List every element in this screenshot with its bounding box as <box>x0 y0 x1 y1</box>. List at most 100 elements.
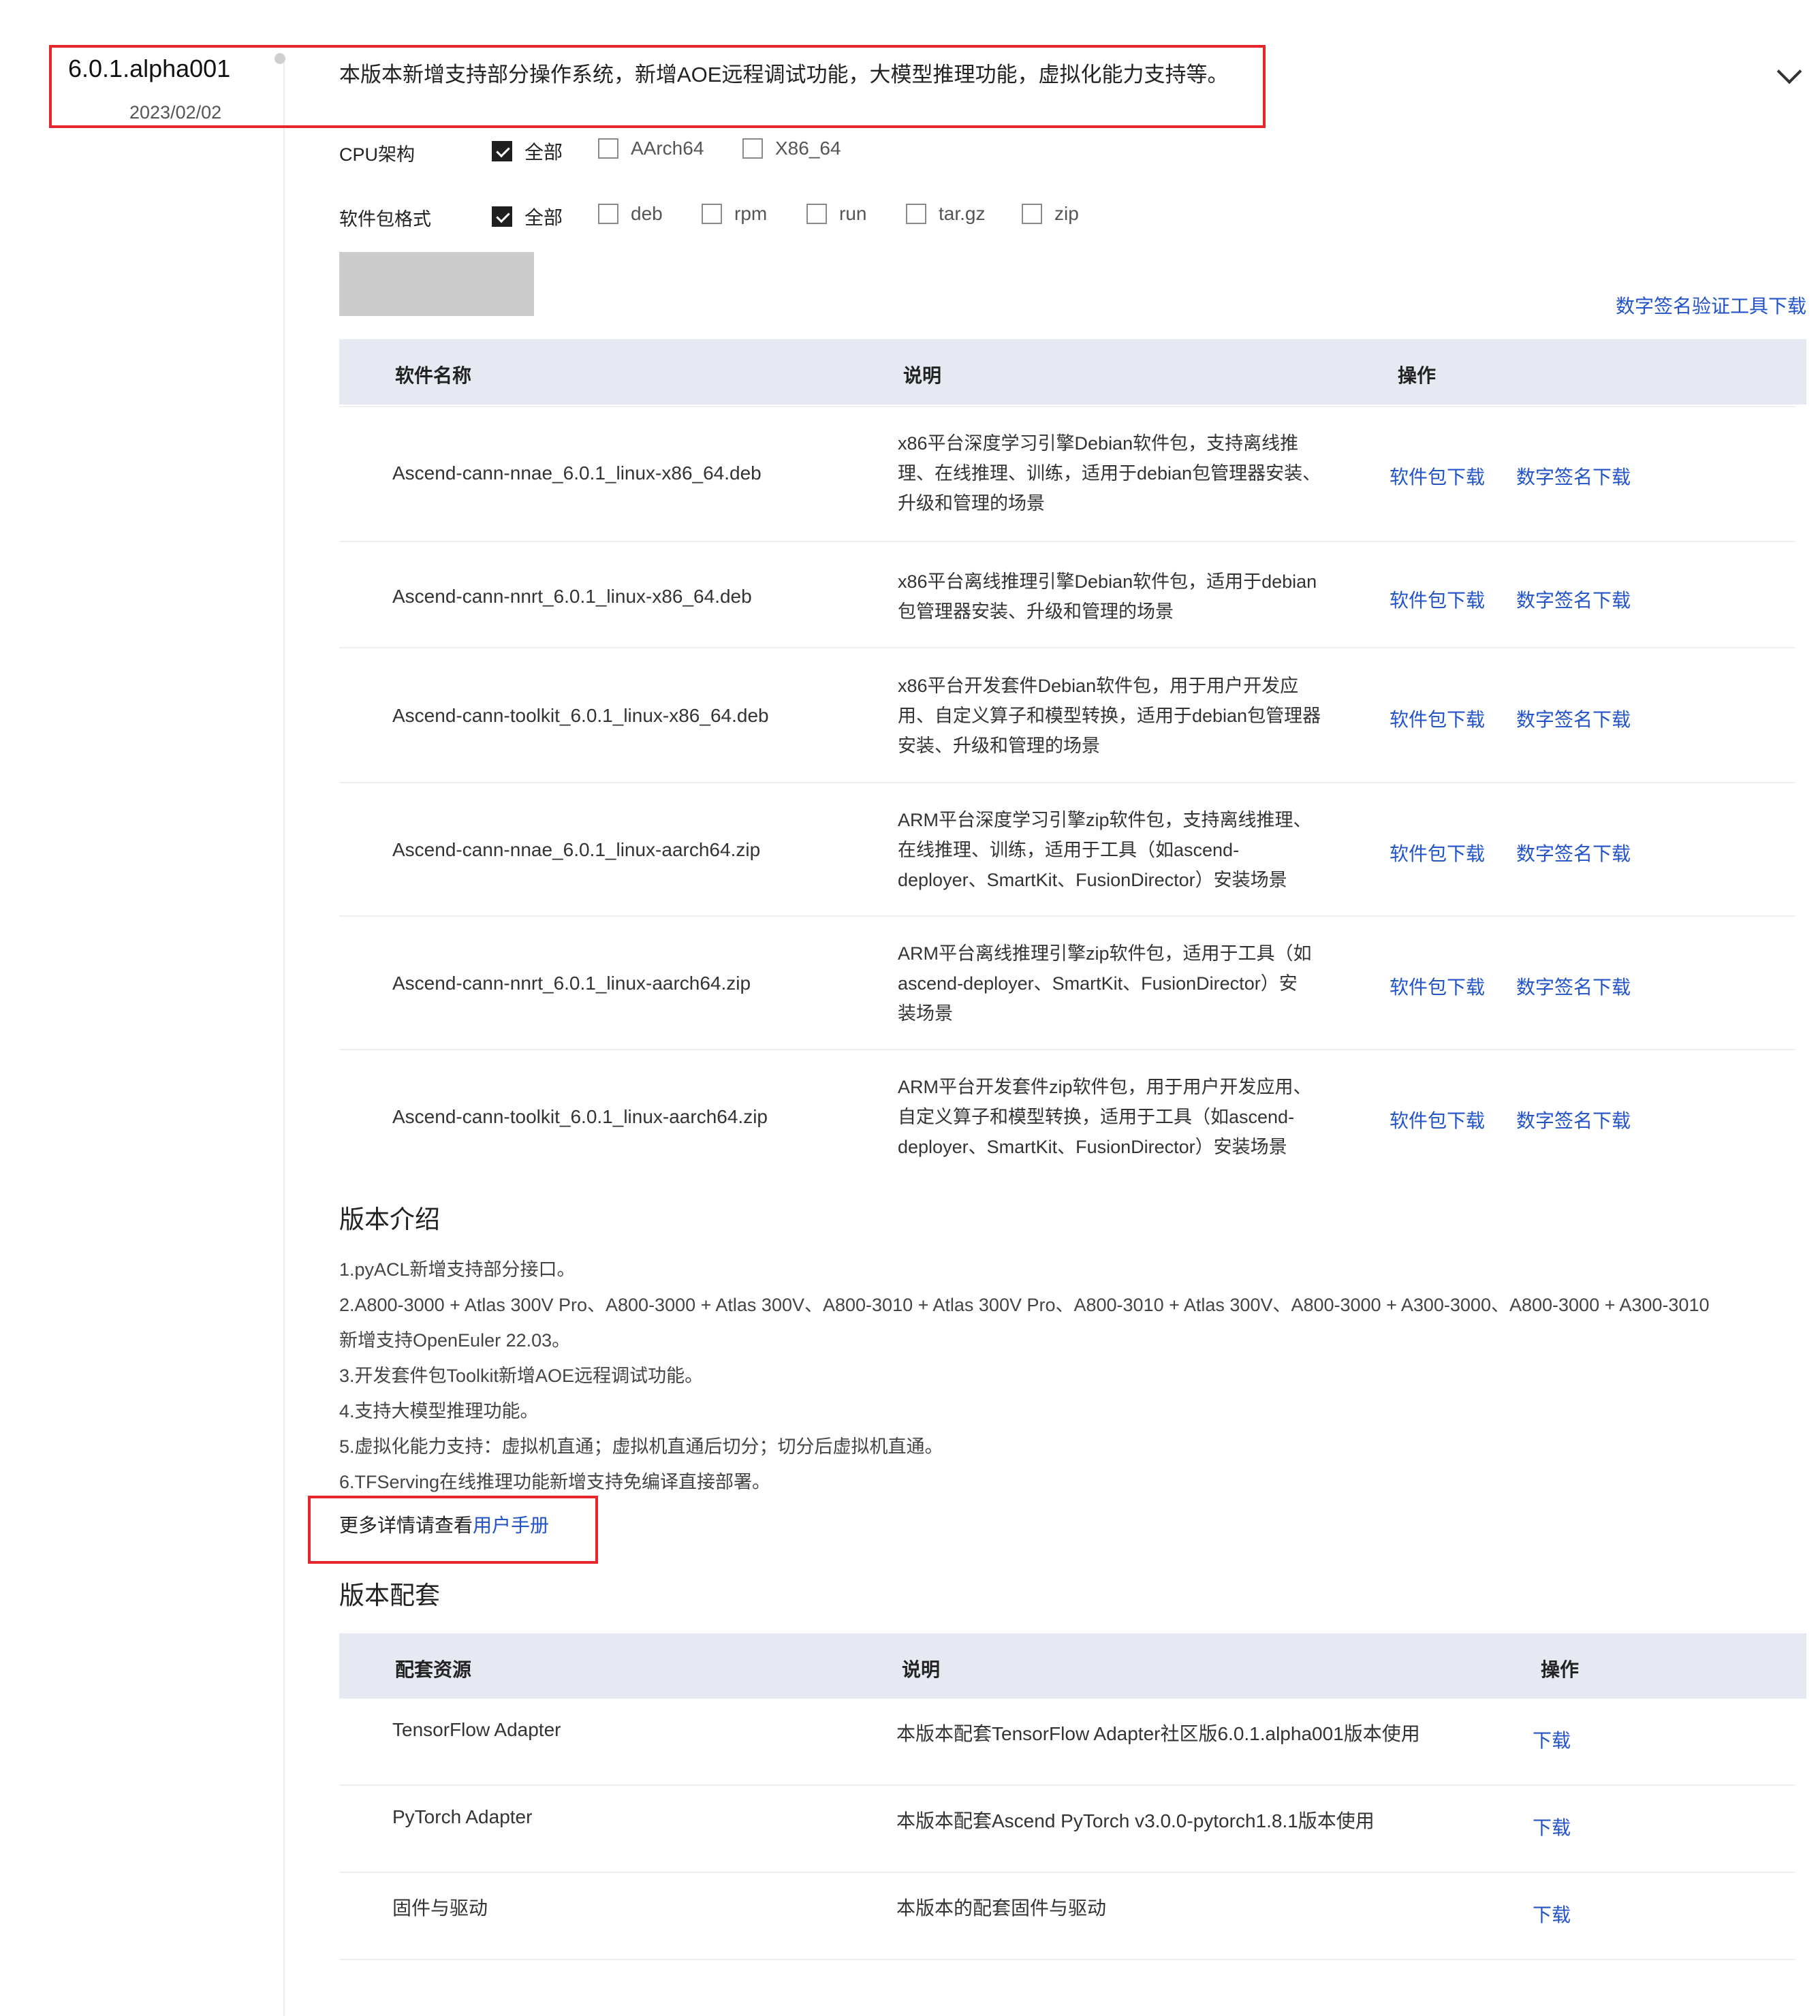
companion-download-link[interactable]: 下载 <box>1533 1726 1571 1753</box>
description-line: 安装、升级和管理的场景 <box>898 736 1100 756</box>
description-line: ascend-deployer、SmartKit、FusionDirector）… <box>898 973 1298 994</box>
checkbox-label: 全部 <box>524 207 563 228</box>
format-option-4[interactable]: tar.gz <box>906 203 985 225</box>
header-resource: 配套资源 <box>395 1659 472 1680</box>
chevron-down-icon[interactable] <box>1776 59 1802 84</box>
timeline-line <box>283 57 285 2016</box>
description-line: 在线推理、训练，适用于工具（如ascend- <box>898 840 1240 860</box>
highlight-box-more <box>308 1496 598 1564</box>
signature-tool-download-link[interactable]: 数字签名验证工具下载 <box>1616 292 1806 319</box>
checkbox[interactable] <box>906 204 926 224</box>
checkbox[interactable] <box>492 141 512 161</box>
checkbox-label: zip <box>1054 203 1079 224</box>
intro-line: 1.pyACL新增支持部分接口。 <box>339 1259 576 1280</box>
description-line: 自定义算子和模型转换，适用于工具（如ascend- <box>898 1107 1295 1127</box>
description-line: x86平台开发套件Debian软件包，用于用户开发应 <box>898 676 1299 696</box>
package-download-link[interactable]: 软件包下载 <box>1390 586 1485 613</box>
description-line: 理、在线推理、训练，适用于debian包管理器安装、 <box>898 463 1321 484</box>
checkbox-label: deb <box>631 203 663 224</box>
format-option-0[interactable]: 全部 <box>492 203 563 230</box>
package-description: x86平台深度学习引擎Debian软件包，支持离线推理、在线推理、训练，适用于d… <box>898 428 1347 518</box>
package-description: ARM平台开发套件zip软件包，用于用户开发应用、 自定义算子和模型转换，适用于工… <box>898 1072 1347 1162</box>
intro-line: 4.支持大模型推理功能。 <box>339 1401 539 1421</box>
package-name: Ascend-cann-nnrt_6.0.1_linux-x86_64.deb <box>392 586 752 607</box>
package-name: Ascend-cann-nnrt_6.0.1_linux-aarch64.zip <box>392 973 751 994</box>
format-option-1[interactable]: deb <box>598 203 663 225</box>
description-line: 装场景 <box>898 1003 953 1024</box>
checkbox-label: tar.gz <box>939 203 986 224</box>
header-description: 说明 <box>903 365 942 386</box>
highlight-box-release <box>49 45 1266 128</box>
signature-download-link[interactable]: 数字签名下载 <box>1516 839 1631 866</box>
companion-title: 版本配套 <box>339 1581 440 1609</box>
intro-title: 版本介绍 <box>339 1206 440 1233</box>
checkbox[interactable] <box>806 204 827 224</box>
package-download-link[interactable]: 软件包下载 <box>1390 839 1485 866</box>
cpu-option-2[interactable]: X86_64 <box>742 138 841 159</box>
companion-name: PyTorch Adapter <box>392 1806 533 1827</box>
row-separator <box>339 782 1795 783</box>
package-description: ARM平台深度学习引擎zip软件包，支持离线推理、 在线推理、训练，适用于工具（如… <box>898 805 1347 895</box>
header-actions: 操作 <box>1398 365 1437 386</box>
companion-download-link[interactable]: 下载 <box>1533 1900 1571 1927</box>
package-description: x86平台离线推理引擎Debian软件包，适用于debian 包管理器安装、升级和… <box>898 567 1347 627</box>
checkbox[interactable] <box>598 204 618 224</box>
intro-line: 新增支持OpenEuler 22.03。 <box>339 1330 571 1351</box>
description-line: x86平台离线推理引擎Debian软件包，适用于debian <box>898 571 1317 592</box>
companion-description: 本版本配套Ascend PyTorch v3.0.0-pytorch1.8.1版… <box>896 1810 1375 1831</box>
description-line: 升级和管理的场景 <box>898 493 1045 514</box>
package-download-link[interactable]: 软件包下载 <box>1390 462 1485 490</box>
placeholder-button[interactable] <box>339 252 534 316</box>
package-download-link[interactable]: 软件包下载 <box>1390 973 1485 1000</box>
companion-description: 本版本配套TensorFlow Adapter社区版6.0.1.alpha001… <box>896 1723 1420 1744</box>
description-line: x86平台深度学习引擎Debian软件包，支持离线推 <box>898 433 1299 454</box>
signature-download-link[interactable]: 数字签名下载 <box>1516 1106 1631 1133</box>
packages-table-header: 软件名称 说明 操作 <box>339 339 1806 405</box>
description-line: ARM平台深度学习引擎zip软件包，支持离线推理、 <box>898 810 1312 830</box>
checkbox[interactable] <box>702 204 722 224</box>
package-name: Ascend-cann-nnae_6.0.1_linux-aarch64.zip <box>392 839 761 860</box>
intro-text: 1.pyACL新增支持部分接口。 2.A800-3000 + Atlas 300V… <box>339 1252 1810 1500</box>
checkbox-label: AArch64 <box>631 138 704 159</box>
description-line: 包管理器安装、升级和管理的场景 <box>898 601 1174 622</box>
checkbox-label: 全部 <box>524 142 563 163</box>
format-option-3[interactable]: run <box>806 203 866 225</box>
row-separator <box>339 406 1795 407</box>
cpu-option-1[interactable]: AArch64 <box>598 138 704 159</box>
companion-download-link[interactable]: 下载 <box>1533 1813 1571 1840</box>
package-name: Ascend-cann-nnae_6.0.1_linux-x86_64.deb <box>392 462 762 484</box>
cpu-option-0[interactable]: 全部 <box>492 138 563 165</box>
row-separator <box>339 1784 1795 1786</box>
row-separator <box>339 1049 1795 1050</box>
package-description: ARM平台离线推理引擎zip软件包，适用于工具（如 ascend-deployer… <box>898 939 1347 1028</box>
intro-line: 5.虚拟化能力支持：虚拟机直通；虚拟机直通后切分；切分后虚拟机直通。 <box>339 1436 943 1457</box>
package-download-link[interactable]: 软件包下载 <box>1390 705 1485 732</box>
intro-line: 2.A800-3000 + Atlas 300V Pro、A800-3000 +… <box>339 1295 1710 1315</box>
signature-download-link[interactable]: 数字签名下载 <box>1516 705 1631 732</box>
package-download-link[interactable]: 软件包下载 <box>1390 1106 1485 1133</box>
package-description: x86平台开发套件Debian软件包，用于用户开发应用、自定义算子和模型转换，适… <box>898 671 1347 761</box>
companion-description: 本版本的配套固件与驱动 <box>896 1897 1107 1919</box>
format-option-2[interactable]: rpm <box>702 203 767 225</box>
checkbox[interactable] <box>598 138 618 159</box>
header-companion-actions: 操作 <box>1541 1659 1580 1680</box>
description-line: deployer、SmartKit、FusionDirector）安装场景 <box>898 870 1287 890</box>
format-option-5[interactable]: zip <box>1022 203 1079 225</box>
checkbox[interactable] <box>742 138 763 159</box>
signature-download-link[interactable]: 数字签名下载 <box>1516 586 1631 613</box>
description-line: ARM平台开发套件zip软件包，用于用户开发应用、 <box>898 1077 1312 1097</box>
header-software-name: 软件名称 <box>395 365 472 386</box>
checkbox[interactable] <box>1022 204 1042 224</box>
signature-download-link[interactable]: 数字签名下载 <box>1516 462 1631 490</box>
checkbox-label: run <box>839 203 867 224</box>
companion-name: 固件与驱动 <box>392 1897 488 1919</box>
row-separator <box>339 541 1795 542</box>
row-separator <box>339 1959 1795 1960</box>
intro-line: 6.TFServing在线推理功能新增支持免编译直接部署。 <box>339 1472 771 1492</box>
checkbox-label: rpm <box>734 203 768 224</box>
package-name: Ascend-cann-toolkit_6.0.1_linux-aarch64.… <box>392 1106 768 1127</box>
header-companion-description: 说明 <box>902 1659 941 1680</box>
description-line: 用、自定义算子和模型转换，适用于debian包管理器 <box>898 706 1321 726</box>
signature-download-link[interactable]: 数字签名下载 <box>1516 973 1631 1000</box>
checkbox[interactable] <box>492 206 512 227</box>
